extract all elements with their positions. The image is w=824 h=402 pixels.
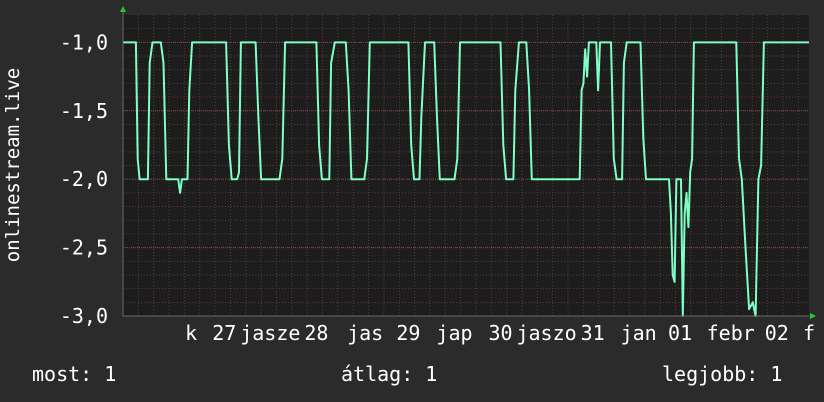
x-tick-label: 29	[396, 321, 420, 345]
x-tick-label: 02	[765, 321, 789, 345]
x-tick-label: jas	[347, 321, 383, 345]
x-tick-label: k	[185, 321, 197, 345]
y-tick-label: -3,0	[60, 304, 108, 328]
x-tick-label: jap	[436, 321, 472, 345]
x-axis-ticks: k 27 jasze 28 jas 29 jap 30 jaszo 31 jan 01 febr 02 f	[185, 321, 815, 345]
x-tick-label: 28	[304, 321, 328, 345]
x-tick-label: jan	[621, 321, 657, 345]
legend-current: most: 1	[32, 362, 117, 386]
y-tick-label: -1,5	[60, 99, 108, 123]
legend-best: legjobb: 1	[662, 362, 783, 386]
chart: -3,0 -2,5 -2,0 -1,5 -1,0 k 27 jasze 28 jas 29 jap 3…	[2, 6, 816, 345]
y-tick-label: -2,5	[60, 236, 108, 260]
x-tick-label: jasze	[240, 321, 300, 345]
x-tick-label: 27	[212, 321, 236, 345]
legend-average: átlag: 1	[341, 362, 438, 386]
x-tick-label: jaszo	[516, 321, 576, 345]
x-tick-label: 31	[581, 321, 605, 345]
y-axis-label: onlinestream.live	[2, 68, 24, 262]
y-tick-label: -1,0	[60, 30, 108, 54]
y-axis-ticks: -3,0 -2,5 -2,0 -1,5 -1,0	[60, 30, 108, 328]
y-tick-label: -2,0	[60, 167, 108, 191]
x-tick-label: febr	[707, 321, 755, 345]
y-axis-arrow	[120, 6, 126, 12]
x-tick-label: 01	[668, 321, 692, 345]
x-tick-label: 30	[488, 321, 512, 345]
x-tick-label: f	[803, 321, 815, 345]
x-axis-arrow	[810, 313, 816, 319]
